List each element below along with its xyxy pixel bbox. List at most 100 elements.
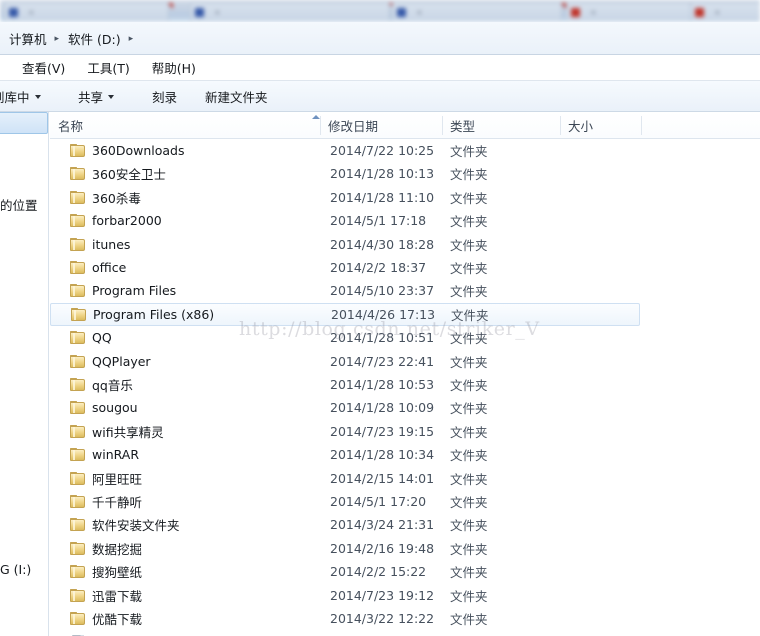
file-date-cell: 2014/7/23 22:41: [330, 354, 435, 369]
file-name-cell[interactable]: 阿里旺旺: [70, 469, 142, 488]
file-name-cell[interactable]: wifi共享精灵: [70, 422, 164, 441]
file-name-cell[interactable]: 360安全卫士: [70, 164, 166, 183]
table-row[interactable]: QQPlayer 2014/7/23 22:41 文件夹: [50, 350, 760, 373]
folder-icon: [70, 238, 85, 251]
file-name-cell[interactable]: 优酷下载: [70, 609, 142, 628]
table-row[interactable]: winRAR 2014/1/28 10:34 文件夹: [50, 443, 760, 466]
table-row[interactable]: forbar2000 2014/5/1 17:18 文件夹: [50, 209, 760, 232]
file-date-cell: 2014/4/26 17:13: [331, 307, 436, 322]
menu-item-tools[interactable]: 工具(T): [87, 58, 129, 77]
table-row[interactable]: Program Files (x86) 2014/4/26 17:13 文件夹: [50, 303, 640, 326]
breadcrumb-item-computer[interactable]: 计算机: [6, 27, 50, 50]
file-name-cell[interactable]: office: [70, 260, 126, 275]
table-row[interactable]: 软件安装文件夹 2014/3/24 21:31 文件夹: [50, 513, 760, 536]
close-icon[interactable]: ×: [714, 8, 721, 17]
table-row[interactable]: office 2014/2/2 18:37 文件夹: [50, 256, 760, 279]
toolbar-add-to-library-button[interactable]: 到库中: [0, 87, 41, 106]
file-name-cell[interactable]: qq音乐: [70, 375, 133, 394]
file-type-cell: 文件夹: [450, 214, 488, 229]
table-row[interactable]: 数据挖掘 2014/2/16 19:48 文件夹: [50, 537, 760, 560]
file-name-cell[interactable]: forbar2000: [70, 213, 162, 228]
browser-tab-4[interactable]: ×: [566, 2, 695, 21]
breadcrumb-separator-icon-2[interactable]: ▸: [124, 34, 140, 44]
close-icon[interactable]: ×: [214, 8, 221, 17]
file-name-cell[interactable]: 软件安装文件夹: [70, 515, 180, 534]
table-row[interactable]: 千千静听 2014/5/1 17:20 文件夹: [50, 490, 760, 513]
menu-item-view[interactable]: 查看(V): [22, 58, 65, 77]
table-row[interactable]: itunes 2014/4/30 18:28 文件夹: [50, 233, 760, 256]
browser-tab-1[interactable]: ×: [4, 2, 173, 21]
column-header-date-modified[interactable]: 修改日期: [320, 112, 442, 139]
browser-tab-5[interactable]: ×: [690, 2, 760, 21]
close-icon[interactable]: ×: [590, 8, 597, 17]
toolbar-new-folder-label: 新建文件夹: [205, 89, 268, 105]
column-header-type[interactable]: 类型: [442, 112, 560, 139]
table-row[interactable]: sougou 2014/1/28 10:09 文件夹: [50, 396, 760, 419]
file-name-cell[interactable]: 搜狗壁纸: [70, 562, 142, 581]
table-row[interactable]: 360Downloads 2014/7/22 10:25 文件夹: [50, 139, 760, 162]
file-name-cell[interactable]: 360杀毒: [70, 188, 141, 207]
menu-bar: 查看(V) 工具(T) 帮助(H): [0, 55, 760, 81]
file-name-cell[interactable]: Program Files (x86): [71, 307, 214, 322]
file-name-cell[interactable]: itunes: [70, 237, 130, 252]
column-header-name[interactable]: 名称: [50, 112, 320, 139]
chevron-down-icon-2[interactable]: [108, 95, 115, 99]
file-name-cell[interactable]: Program Files: [70, 283, 176, 298]
table-row[interactable]: 搜狗壁纸 2014/2/2 15:22 文件夹: [50, 560, 760, 583]
close-icon[interactable]: ×: [416, 8, 423, 17]
file-date-cell: 2014/1/28 11:10: [330, 190, 435, 205]
file-name-cell[interactable]: 迅雷下载: [70, 586, 142, 605]
nav-item-drive-i[interactable]: G (I:): [0, 562, 31, 577]
table-row[interactable]: mydb.sql2014/7/24 10:24SQL 文件2 KB: [50, 630, 760, 636]
table-row[interactable]: 迅雷下载 2014/7/23 19:12 文件夹: [50, 584, 760, 607]
folder-icon: [70, 261, 85, 274]
folder-icon: [70, 495, 85, 508]
breadcrumb-separator-icon[interactable]: ▸: [50, 34, 66, 44]
browser-tab-2[interactable]: ×: [190, 2, 394, 21]
nav-item-recent-places[interactable]: 的位置: [0, 195, 38, 214]
file-name-cell[interactable]: sougou: [70, 400, 138, 415]
file-date-cell: 2014/2/15 14:01: [330, 471, 435, 486]
toolbar-share-button[interactable]: 共享: [78, 87, 115, 106]
nav-item-selected[interactable]: [0, 112, 48, 134]
file-type-cell: 文件夹: [450, 167, 488, 182]
file-name-label: winRAR: [92, 447, 140, 462]
file-type-cell: 文件夹: [450, 448, 488, 463]
file-name-cell[interactable]: 数据挖掘: [70, 539, 142, 558]
table-row[interactable]: qq音乐 2014/1/28 10:53 文件夹: [50, 373, 760, 396]
table-row[interactable]: 优酷下载 2014/3/22 12:22 文件夹: [50, 607, 760, 630]
file-name-label: 软件安装文件夹: [92, 518, 180, 533]
table-row[interactable]: QQ 2014/1/28 10:51 文件夹: [50, 326, 760, 349]
file-name-label: 阿里旺旺: [92, 472, 143, 487]
file-name-cell[interactable]: winRAR: [70, 447, 139, 462]
file-list[interactable]: 360Downloads 2014/7/22 10:25 文件夹 360安全卫士 201…: [50, 139, 760, 636]
close-icon[interactable]: ×: [28, 8, 35, 17]
browser-tab-3[interactable]: ×: [392, 2, 566, 21]
table-row[interactable]: wifi共享精灵 2014/7/23 19:15 文件夹: [50, 420, 760, 443]
table-row[interactable]: 360杀毒 2014/1/28 11:10 文件夹: [50, 186, 760, 209]
file-name-cell[interactable]: 360Downloads: [70, 143, 185, 158]
toolbar-new-folder-button[interactable]: 新建文件夹: [205, 87, 268, 106]
file-date-cell: 2014/1/28 10:34: [330, 447, 435, 462]
file-date-cell: 2014/5/10 23:37: [330, 283, 435, 298]
toolbar: 到库中 共享 刻录 新建文件夹: [0, 81, 760, 112]
table-row[interactable]: 360安全卫士 2014/1/28 10:13 文件夹: [50, 162, 760, 185]
table-row[interactable]: 阿里旺旺 2014/2/15 14:01 文件夹: [50, 467, 760, 490]
column-divider-4[interactable]: [641, 116, 642, 135]
file-name-label: Program Files: [92, 283, 177, 298]
address-bar[interactable]: 计算机 ▸ 软件 (D:) ▸: [0, 22, 760, 55]
toolbar-burn-button[interactable]: 刻录: [152, 87, 177, 106]
file-date-cell: 2014/2/2 15:22: [330, 564, 427, 579]
file-name-cell[interactable]: QQ: [70, 330, 112, 345]
file-type-cell: SQL 文件: [450, 632, 504, 636]
column-header-size[interactable]: 大小: [560, 112, 641, 139]
menu-item-help[interactable]: 帮助(H): [152, 58, 196, 77]
file-name-cell[interactable]: 千千静听: [70, 492, 142, 511]
chevron-down-icon[interactable]: [34, 95, 41, 99]
breadcrumb-item-drive-d[interactable]: 软件 (D:): [65, 27, 124, 50]
file-type-cell: 文件夹: [450, 542, 488, 557]
folder-icon: [70, 589, 85, 602]
file-type-cell: 文件夹: [450, 261, 488, 276]
file-name-cell[interactable]: QQPlayer: [70, 354, 151, 369]
table-row[interactable]: Program Files 2014/5/10 23:37 文件夹: [50, 279, 760, 302]
